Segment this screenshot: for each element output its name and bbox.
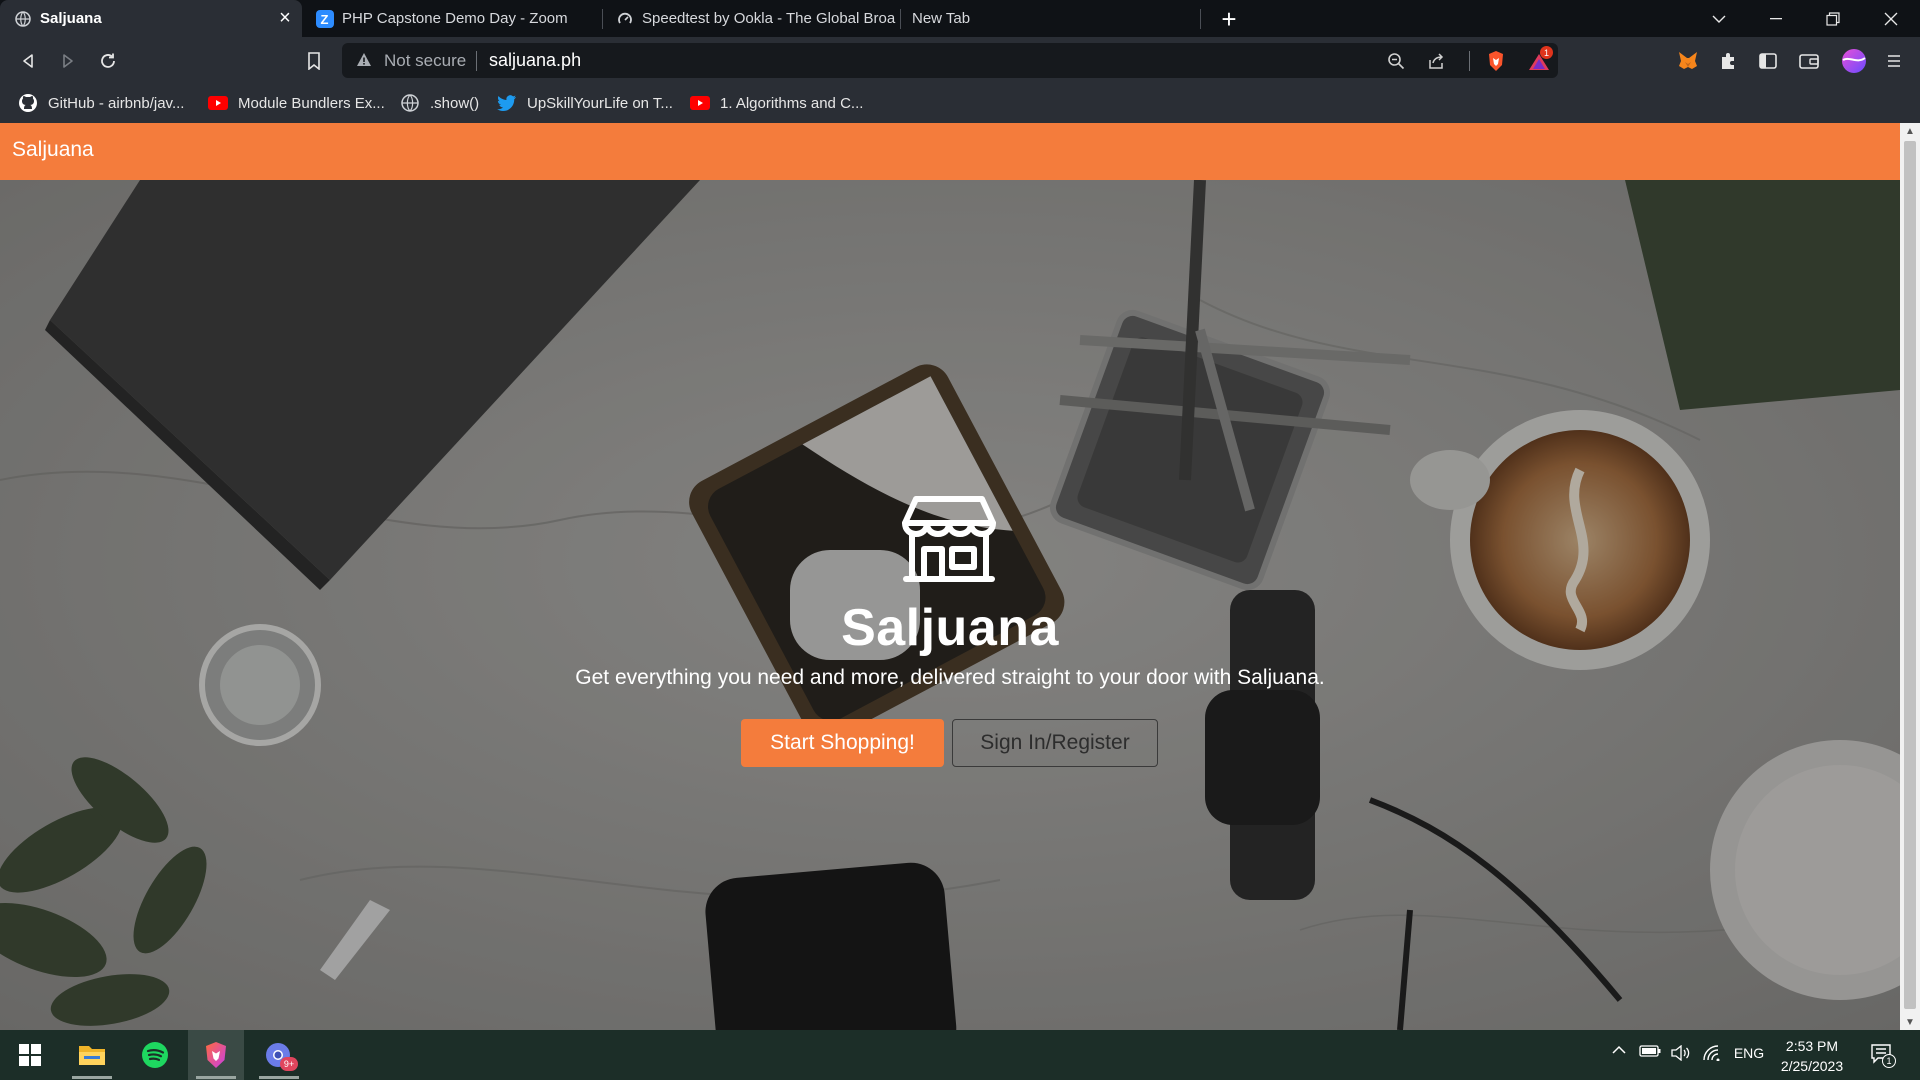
- show-hidden-icons-chevron-icon[interactable]: [1608, 1045, 1630, 1055]
- hero-content: Saljuana Get everything you need and mor…: [0, 180, 1900, 1030]
- url-text[interactable]: saljuana.ph: [489, 50, 581, 71]
- address-bar[interactable]: Not secure saljuana.ph 1: [342, 43, 1558, 78]
- notification-count-badge: 1: [1882, 1054, 1896, 1068]
- youtube-icon: [690, 93, 710, 113]
- notification-center-icon[interactable]: 1: [1866, 1042, 1898, 1068]
- zoom-magnifier-icon[interactable]: [1384, 49, 1408, 73]
- page-viewport: Saljuana Saljuana Get everything you nee…: [0, 123, 1900, 1030]
- brave-rewards-icon[interactable]: 1: [1522, 46, 1556, 73]
- minimize-icon[interactable]: [1753, 0, 1799, 37]
- speedtest-icon: [616, 10, 634, 28]
- close-window-icon[interactable]: [1868, 0, 1914, 37]
- spotify-icon[interactable]: [127, 1030, 183, 1080]
- windows-taskbar: 9+ ENG 2:53 PM 2/25/2023 1: [0, 1030, 1920, 1080]
- forward-button[interactable]: [52, 45, 84, 77]
- bookmark-upskill[interactable]: UpSkillYourLife on T...: [497, 91, 673, 115]
- bookmark-label: UpSkillYourLife on T...: [527, 94, 673, 112]
- tab-title: Saljuana: [40, 10, 102, 27]
- reload-button[interactable]: [92, 45, 124, 77]
- start-shopping-button[interactable]: Start Shopping!: [741, 719, 944, 767]
- tab-title: New Tab: [912, 10, 971, 27]
- youtube-icon: [208, 93, 228, 113]
- bookmarks-bar: GitHub - airbnb/jav... Module Bundlers E…: [0, 84, 1920, 123]
- brave-shields-icon[interactable]: [1484, 49, 1508, 73]
- wifi-icon[interactable]: [1700, 1045, 1724, 1061]
- clock-time: 2:53 PM: [1785, 1038, 1839, 1054]
- profile-avatar[interactable]: [1838, 45, 1870, 77]
- page-scrollbar[interactable]: ▲ ▼: [1900, 123, 1920, 1030]
- hero-title: Saljuana: [841, 599, 1059, 657]
- bookmark-label: Module Bundlers Ex...: [238, 94, 385, 112]
- close-tab-icon[interactable]: ×: [272, 6, 298, 32]
- bookmark-label: 1. Algorithms and C...: [720, 94, 864, 112]
- scrollbar-thumb[interactable]: [1904, 141, 1916, 1009]
- rewards-badge: 1: [1540, 46, 1553, 59]
- bookmark-label: GitHub - airbnb/jav...: [48, 94, 185, 112]
- divider: [476, 51, 477, 71]
- tab-new-tab[interactable]: New Tab: [900, 0, 1200, 37]
- bookmark-github[interactable]: GitHub - airbnb/jav...: [18, 91, 184, 115]
- security-label[interactable]: Not secure: [384, 51, 466, 71]
- zoom-icon: Z: [316, 9, 334, 28]
- browser-toolbar: Not secure saljuana.ph 1: [0, 37, 1920, 84]
- github-icon: [18, 93, 38, 113]
- tab-speedtest[interactable]: Speedtest by Ookla - The Global Broa: [602, 0, 898, 37]
- tab-saljuana[interactable]: Saljuana ×: [0, 0, 302, 37]
- svg-text:Z: Z: [321, 12, 329, 27]
- tab-search-chevron-icon[interactable]: [1696, 0, 1742, 37]
- clock-date: 2/25/2023: [1780, 1058, 1844, 1074]
- navbar-brand[interactable]: Saljuana: [12, 138, 94, 162]
- menu-icon[interactable]: [1878, 45, 1910, 77]
- bookmark-show[interactable]: .show(): [400, 91, 479, 115]
- hero-subtitle: Get everything you need and more, delive…: [575, 666, 1325, 689]
- twitter-icon: [497, 93, 517, 113]
- back-button[interactable]: [12, 45, 44, 77]
- globe-icon: [400, 93, 420, 113]
- globe-icon: [14, 10, 32, 28]
- tab-separator: [1200, 9, 1201, 29]
- warning-icon[interactable]: [356, 52, 372, 73]
- tab-zoom[interactable]: Z PHP Capstone Demo Day - Zoom: [302, 0, 600, 37]
- wallet-icon[interactable]: [1793, 45, 1825, 77]
- tab-title: Speedtest by Ookla - The Global Broa: [642, 10, 896, 27]
- system-clock[interactable]: 2:53 PM 2/25/2023: [1770, 1036, 1854, 1076]
- scroll-down-arrow-icon[interactable]: ▼: [1900, 1014, 1920, 1030]
- bookmark-label: .show(): [430, 94, 480, 112]
- sign-in-register-button[interactable]: Sign In/Register: [952, 719, 1158, 767]
- chrome-notification-badge: 9+: [280, 1057, 298, 1071]
- bookmark-icon[interactable]: [298, 45, 330, 77]
- bookmark-module-bundlers[interactable]: Module Bundlers Ex...: [208, 91, 385, 115]
- chrome-canary-icon[interactable]: 9+: [251, 1030, 307, 1080]
- hero-section: Saljuana Get everything you need and mor…: [0, 180, 1900, 1030]
- battery-icon[interactable]: [1638, 1045, 1662, 1057]
- new-tab-button[interactable]: +: [1214, 4, 1244, 34]
- metamask-icon[interactable]: [1672, 45, 1704, 77]
- store-icon: [902, 496, 996, 582]
- file-explorer-icon[interactable]: [64, 1030, 120, 1080]
- extensions-icon[interactable]: [1712, 45, 1744, 77]
- share-icon[interactable]: [1424, 49, 1448, 73]
- browser-tab-strip: Saljuana × Z PHP Capstone Demo Day - Zoo…: [0, 0, 1920, 37]
- windows-start-icon[interactable]: [2, 1030, 58, 1080]
- divider: [1469, 51, 1470, 71]
- volume-icon[interactable]: [1668, 1045, 1692, 1061]
- sidebar-icon[interactable]: [1752, 45, 1784, 77]
- restore-icon[interactable]: [1810, 0, 1856, 37]
- site-navbar: Saljuana: [0, 123, 1900, 180]
- bookmark-algorithms[interactable]: 1. Algorithms and C...: [690, 91, 863, 115]
- scroll-up-arrow-icon[interactable]: ▲: [1900, 123, 1920, 139]
- tab-title: PHP Capstone Demo Day - Zoom: [342, 10, 568, 27]
- brave-browser-icon[interactable]: [188, 1030, 244, 1080]
- language-indicator[interactable]: ENG: [1732, 1045, 1766, 1061]
